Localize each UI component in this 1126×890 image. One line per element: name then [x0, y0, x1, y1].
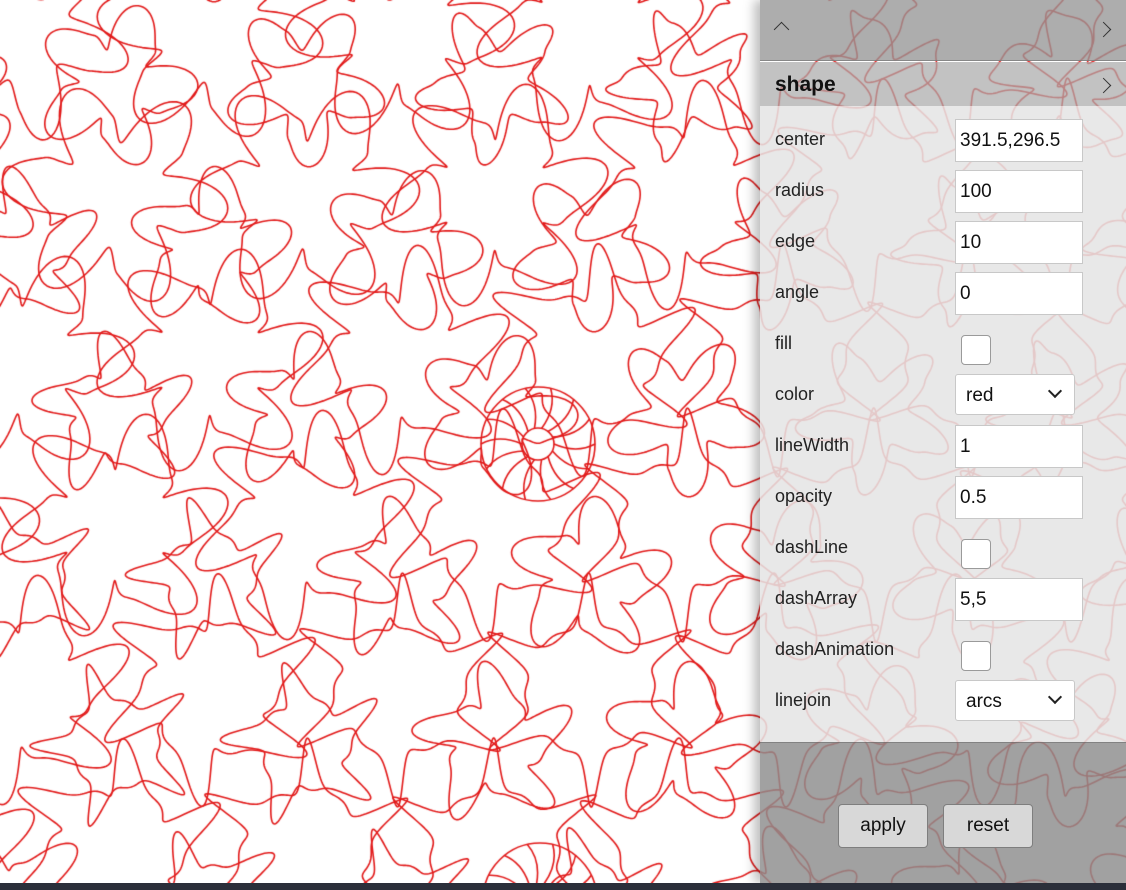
- panel-topbar: [760, 0, 1126, 61]
- dasharray-input[interactable]: [955, 578, 1083, 621]
- apply-button[interactable]: apply: [838, 804, 928, 848]
- field-label: center: [775, 129, 826, 149]
- select-value: arcs: [966, 691, 1002, 712]
- radius-input[interactable]: [955, 170, 1083, 213]
- section-title: shape: [775, 73, 836, 96]
- field-label: color: [775, 384, 815, 404]
- shape-section-header[interactable]: shape: [760, 62, 1126, 106]
- app-stage: shape center radius edge angle fill color red l…: [0, 0, 1126, 890]
- field-row-linejoin: linejoin arcs: [760, 672, 1126, 723]
- field-row-radius: radius: [760, 162, 1126, 213]
- fields-list[interactable]: center radius edge angle fill color red lineWid…: [760, 106, 1126, 742]
- dashline-checkbox[interactable]: [961, 539, 991, 569]
- chevron-down-icon: [1047, 383, 1063, 399]
- center-input[interactable]: [955, 119, 1083, 162]
- taskbar-strip: [0, 883, 1126, 890]
- fill-checkbox[interactable]: [961, 335, 991, 365]
- field-row-edge: edge: [760, 213, 1126, 264]
- field-label: edge: [775, 231, 816, 251]
- field-label: dashLine: [775, 537, 849, 557]
- field-label: radius: [775, 180, 825, 200]
- field-row-dashline: dashLine: [760, 519, 1126, 570]
- field-row-dasharray: dashArray: [760, 570, 1126, 621]
- chevron-right-icon[interactable]: [1095, 21, 1112, 38]
- field-label: fill: [775, 333, 792, 353]
- field-label: angle: [775, 282, 820, 302]
- field-label: linejoin: [775, 690, 832, 710]
- field-row-color: color red: [760, 366, 1126, 417]
- field-row-dashanimation: dashAnimation: [760, 621, 1126, 672]
- field-row-center: center: [760, 111, 1126, 162]
- color-select[interactable]: red: [955, 374, 1075, 415]
- chevron-down-icon: [1047, 689, 1063, 705]
- dashanimation-checkbox[interactable]: [961, 641, 991, 671]
- chevron-right-icon[interactable]: [1095, 77, 1112, 94]
- field-row-fill: fill: [760, 315, 1126, 366]
- linejoin-select[interactable]: arcs: [955, 680, 1075, 721]
- angle-input[interactable]: [955, 272, 1083, 315]
- field-row-linewidth: lineWidth: [760, 417, 1126, 468]
- panel-footer: apply reset: [760, 742, 1126, 884]
- settings-panel: shape center radius edge angle fill color red l…: [760, 0, 1126, 884]
- edge-input[interactable]: [955, 221, 1083, 264]
- field-label: opacity: [775, 486, 833, 506]
- reset-button[interactable]: reset: [943, 804, 1033, 848]
- linewidth-input[interactable]: [955, 425, 1083, 468]
- field-row-angle: angle: [760, 264, 1126, 315]
- chevron-up-icon[interactable]: [773, 21, 790, 38]
- field-label: dashArray: [775, 588, 858, 608]
- field-label: dashAnimation: [775, 639, 895, 659]
- field-label: lineWidth: [775, 435, 850, 455]
- opacity-input[interactable]: [955, 476, 1083, 519]
- field-row-opacity: opacity: [760, 468, 1126, 519]
- select-value: red: [966, 385, 994, 406]
